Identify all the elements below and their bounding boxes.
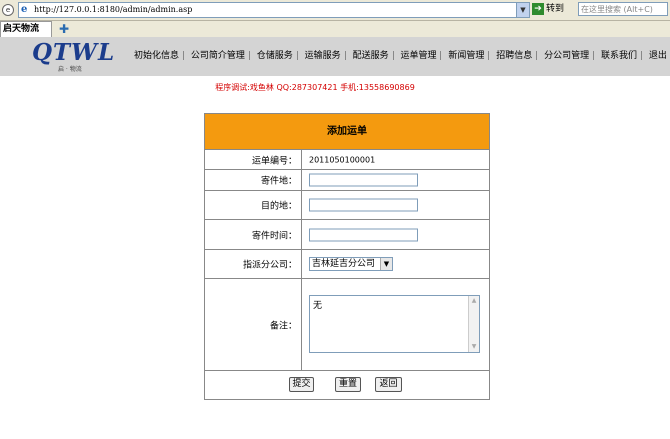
nav-item-logout[interactable]: 退出: [649, 49, 667, 63]
url-text: http://127.0.0.1:8180/admin/admin.asp: [34, 5, 193, 14]
row-remark: 备注： 无 ▲ ▼: [205, 279, 489, 371]
branch-select[interactable]: 吉林延吉分公司 ▼: [309, 257, 393, 271]
scroll-down-icon[interactable]: ▼: [469, 342, 479, 352]
nav-divider: [392, 51, 394, 60]
nav-divider: [593, 51, 595, 60]
add-waybill-form: 添加运单 运单编号： 2011050100001 寄件地： 目的地： 寄件时间：…: [204, 113, 490, 400]
row-branch: 指派分公司： 吉林延吉分公司 ▼: [205, 250, 489, 279]
url-field[interactable]: e http://127.0.0.1:8180/admin/admin.asp …: [18, 2, 530, 18]
search-input[interactable]: 在这里搜索 (Alt+C): [578, 2, 668, 16]
nav-item-contact[interactable]: 联系我们: [601, 49, 637, 63]
row-buttons: 提交 重置 返回: [205, 371, 489, 399]
address-bar: e e http://127.0.0.1:8180/admin/admin.as…: [0, 0, 670, 21]
to-value-cell: [302, 191, 489, 219]
order-no-value-cell: 2011050100001: [302, 150, 489, 169]
from-label-cell: 寄件地：: [205, 170, 302, 190]
main-nav: 初始化信息 公司简介管理 仓储服务 运输服务 配送服务 运单管理 新闻管理 招聘…: [134, 49, 667, 63]
tab-active[interactable]: 启天物流: [0, 21, 52, 37]
remark-value-cell: 无 ▲ ▼: [302, 279, 489, 370]
from-input[interactable]: [309, 173, 418, 187]
nav-divider: [488, 51, 490, 60]
reset-button[interactable]: 重置: [335, 377, 361, 392]
logo: QTWL 启 · 物流: [32, 39, 116, 74]
back-button[interactable]: 返回: [375, 377, 402, 392]
branch-value-cell: 吉林延吉分公司 ▼: [302, 250, 489, 278]
nav-item-waybill[interactable]: 运单管理: [400, 49, 436, 63]
nav-divider: [440, 51, 442, 60]
logo-text: QTWL: [32, 39, 116, 66]
send-time-value-cell: [302, 220, 489, 249]
nav-divider: [344, 51, 346, 60]
remark-label: 备注：: [269, 321, 297, 331]
to-label: 目的地：: [260, 201, 297, 212]
textarea-scrollbar[interactable]: ▲ ▼: [468, 296, 479, 352]
to-input[interactable]: [309, 198, 418, 212]
send-time-input[interactable]: [309, 228, 418, 241]
branch-label-cell: 指派分公司：: [205, 250, 302, 278]
row-from: 寄件地：: [205, 170, 489, 191]
nav-divider: [296, 51, 298, 60]
page-icon: e: [2, 4, 14, 16]
nav-divider: [641, 51, 643, 60]
tab-bar: 启天物流 ✚: [0, 21, 670, 37]
branch-selected-value: 吉林延吉分公司: [312, 259, 376, 269]
nav-item-warehouse[interactable]: 仓储服务: [257, 49, 293, 63]
ie-icon: e: [21, 4, 28, 15]
row-send-time: 寄件时间：: [205, 220, 489, 250]
order-no-label-cell: 运单编号：: [205, 150, 302, 169]
nav-item-company-intro[interactable]: 公司简介管理: [191, 49, 245, 63]
remark-text: 无: [313, 301, 323, 311]
debug-info: 程序调试:戏鱼林 QQ:287307421 手机:13558690869: [215, 83, 415, 92]
nav-item-transport[interactable]: 运输服务: [305, 49, 341, 63]
row-to: 目的地：: [205, 191, 489, 220]
new-tab-icon[interactable]: ✚: [58, 23, 70, 35]
chevron-down-icon[interactable]: ▼: [380, 258, 392, 270]
url-dropdown-icon[interactable]: ▼: [516, 3, 529, 17]
nav-divider: [183, 51, 185, 60]
nav-item-news[interactable]: 新闻管理: [448, 49, 484, 63]
to-label-cell: 目的地：: [205, 191, 302, 219]
site-header: QTWL 启 · 物流 初始化信息 公司简介管理 仓储服务 运输服务 配送服务 …: [0, 37, 670, 76]
nav-item-jobs[interactable]: 招聘信息: [496, 49, 532, 63]
remark-textarea[interactable]: 无 ▲ ▼: [309, 295, 480, 353]
submit-button[interactable]: 提交: [289, 377, 314, 392]
remark-label-cell: 备注：: [205, 279, 302, 370]
logo-subtext: 启 · 物流: [58, 66, 82, 73]
go-arrow-icon: ➔: [532, 3, 544, 15]
nav-item-init[interactable]: 初始化信息: [134, 49, 179, 63]
send-time-label: 寄件时间：: [251, 231, 297, 241]
from-value-cell: [302, 170, 489, 190]
scroll-up-icon[interactable]: ▲: [469, 296, 479, 306]
nav-divider: [248, 51, 250, 60]
go-label: 转到: [546, 4, 565, 14]
from-label: 寄件地：: [260, 176, 297, 187]
nav-item-branches[interactable]: 分公司管理: [544, 49, 589, 63]
branch-label: 指派分公司：: [242, 260, 297, 271]
order-no-value: 2011050100001: [309, 155, 376, 164]
order-no-label: 运单编号：: [251, 156, 297, 166]
go-button[interactable]: ➔ 转到: [532, 2, 572, 16]
send-time-label-cell: 寄件时间：: [205, 220, 302, 249]
nav-divider: [536, 51, 538, 60]
row-order-no: 运单编号： 2011050100001: [205, 150, 489, 170]
nav-item-delivery[interactable]: 配送服务: [353, 49, 389, 63]
form-title: 添加运单: [205, 114, 489, 150]
